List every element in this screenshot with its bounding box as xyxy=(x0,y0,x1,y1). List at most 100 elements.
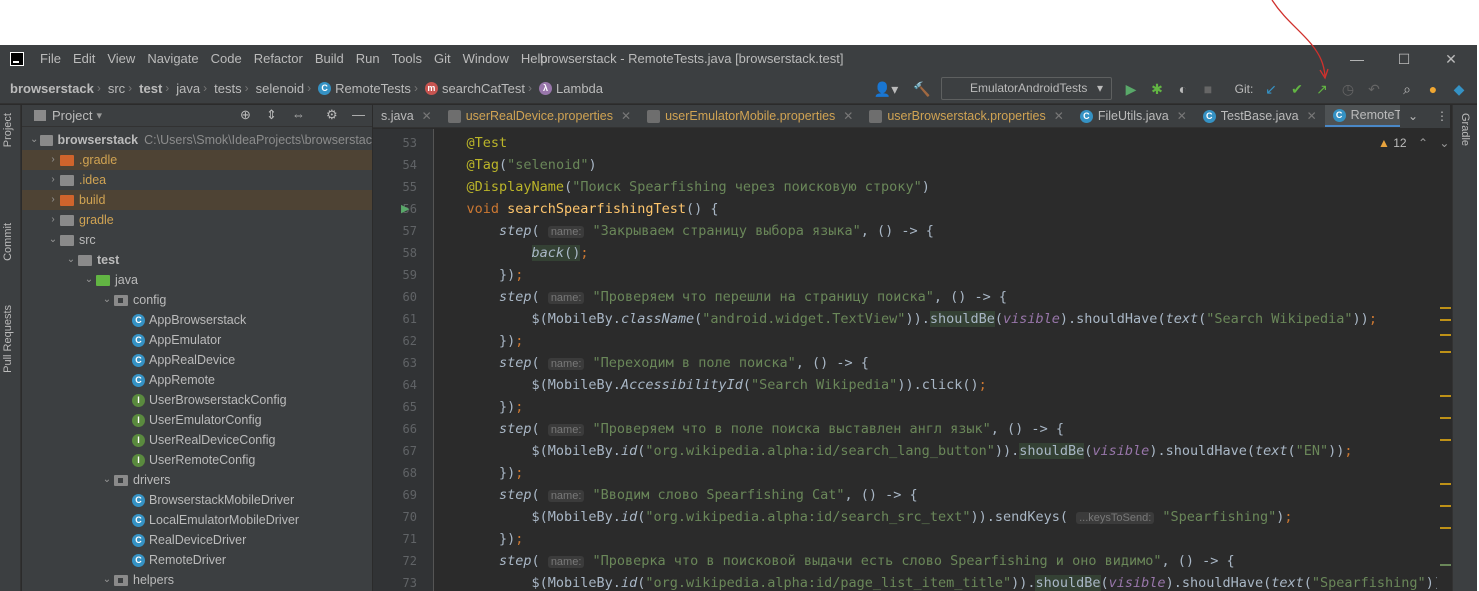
chevron-down-icon[interactable]: ⌄ xyxy=(28,130,40,150)
close-tab-icon[interactable]: ✕ xyxy=(843,105,853,127)
run-icon[interactable]: ▶ xyxy=(1122,79,1140,99)
commit-tool-tab[interactable]: Commit xyxy=(2,223,14,261)
menu-build[interactable]: Build xyxy=(309,45,350,73)
tree-item-build[interactable]: › build xyxy=(22,190,372,210)
git-rollback-icon[interactable]: ↶ xyxy=(1365,79,1383,99)
tree-item-UserBrowserstackConfig[interactable]: I UserBrowserstackConfig xyxy=(22,390,372,410)
close-tab-icon[interactable]: ✕ xyxy=(621,105,631,127)
code-line[interactable]: }); xyxy=(434,330,523,352)
expand-all-icon[interactable]: ⇕ xyxy=(266,107,277,123)
tree-item-config[interactable]: ⌄ config xyxy=(22,290,372,310)
code-line[interactable]: $(MobileBy.id("org.wikipedia.alpha:id/se… xyxy=(434,440,1353,462)
tree-item-AppEmulator[interactable]: C AppEmulator xyxy=(22,330,372,350)
git-commit-icon[interactable]: ✔ xyxy=(1288,79,1306,99)
plugins-icon[interactable]: ◆ xyxy=(1450,79,1468,99)
tree-item-src[interactable]: ⌄ src xyxy=(22,230,372,250)
code-line[interactable]: step( name: "Вводим слово Spearfishing C… xyxy=(434,484,918,506)
gradle-tool-tab[interactable]: Gradle xyxy=(1459,113,1471,146)
maximize-button[interactable]: ☐ xyxy=(1381,45,1427,73)
menu-window[interactable]: Window xyxy=(457,45,515,73)
code-line[interactable]: @Tag("selenoid") xyxy=(434,154,597,176)
menu-navigate[interactable]: Navigate xyxy=(141,45,204,73)
close-tab-icon[interactable]: ✕ xyxy=(422,105,432,127)
tree-item-gradle[interactable]: › .gradle xyxy=(22,150,372,170)
breadcrumb-class[interactable]: C RemoteTests › xyxy=(311,81,418,96)
code-line[interactable]: }); xyxy=(434,396,523,418)
tree-item-AppRealDevice[interactable]: C AppRealDevice xyxy=(22,350,372,370)
build-hammer-icon[interactable]: 🔨 xyxy=(912,79,932,99)
update-icon[interactable]: ● xyxy=(1424,79,1442,99)
breadcrumb-project[interactable]: browserstack › xyxy=(0,81,101,96)
coverage-icon[interactable]: ◐ xyxy=(1174,79,1192,99)
menu-file[interactable]: File xyxy=(34,45,67,73)
menu-tools[interactable]: Tools xyxy=(386,45,428,73)
code-line[interactable]: step( name: "Переходим в поле поиска", (… xyxy=(434,352,869,374)
pull-requests-tool-tab[interactable]: Pull Requests xyxy=(2,305,14,373)
code-line[interactable]: $(MobileBy.id("org.wikipedia.alpha:id/se… xyxy=(434,506,1293,528)
tree-item-AppBrowserstack[interactable]: C AppBrowserstack xyxy=(22,310,372,330)
close-tab-icon[interactable]: ✕ xyxy=(1307,105,1317,127)
tree-item-LocalEmulatorMobileDriver[interactable]: C LocalEmulatorMobileDriver xyxy=(22,510,372,530)
collapse-all-icon[interactable]: ⇔ xyxy=(292,107,305,122)
code-line[interactable]: $(MobileBy.className("android.widget.Tex… xyxy=(434,308,1377,330)
code-line[interactable]: }); xyxy=(434,462,523,484)
tab-s-java[interactable]: s.java ✕ xyxy=(373,105,440,127)
tree-item-RealDeviceDriver[interactable]: C RealDeviceDriver xyxy=(22,530,372,550)
tab-testbase-java[interactable]: C TestBase.java ✕ xyxy=(1195,105,1325,127)
run-test-gutter-icon[interactable]: ▶ xyxy=(401,202,409,215)
tree-root[interactable]: ⌄ browserstack C:\Users\Smok\IdeaProject… xyxy=(22,130,372,150)
git-update-icon[interactable]: ↙ xyxy=(1262,79,1280,99)
breadcrumb-item-src[interactable]: src › xyxy=(101,81,132,96)
tree-item-RemoteDriver[interactable]: C RemoteDriver xyxy=(22,550,372,570)
tree-item-gradle[interactable]: › gradle xyxy=(22,210,372,230)
tab-userbrowserstack-properties[interactable]: userBrowserstack.properties ✕ xyxy=(861,105,1071,127)
project-tool-tab[interactable]: Project xyxy=(2,113,14,147)
chevron-down-icon[interactable]: ⌄ xyxy=(46,230,60,250)
menu-view[interactable]: View xyxy=(101,45,141,73)
tab-fileutils-java[interactable]: C FileUtils.java ✕ xyxy=(1072,105,1195,127)
search-icon[interactable]: ⌕ xyxy=(1398,79,1416,99)
tree-item-idea[interactable]: › .idea xyxy=(22,170,372,190)
run-configuration-select[interactable]: EmulatorAndroidTests ▾ xyxy=(941,77,1112,100)
code-line[interactable]: step( name: "Проверяем что в поле поиска… xyxy=(434,418,1064,440)
code-line[interactable]: step( name: "Проверка что в поисковой вы… xyxy=(434,550,1235,572)
code-line[interactable]: $(MobileBy.id("org.wikipedia.alpha:id/pa… xyxy=(434,572,1437,591)
chevron-right-icon[interactable]: › xyxy=(46,170,60,190)
code-line[interactable]: $(MobileBy.AccessibilityId("Search Wikip… xyxy=(434,374,987,396)
chevron-down-icon[interactable]: ⌄ xyxy=(82,270,96,290)
breadcrumb-method[interactable]: m searchCatTest › xyxy=(418,81,532,96)
menu-refactor[interactable]: Refactor xyxy=(248,45,309,73)
breadcrumb-item-selenoid[interactable]: selenoid › xyxy=(249,81,311,96)
breadcrumb-item-test[interactable]: test › xyxy=(132,81,169,96)
hide-icon[interactable]: — xyxy=(352,107,365,122)
tree-item-test[interactable]: ⌄ test xyxy=(22,250,372,270)
more-icon[interactable]: ⋮ xyxy=(1436,105,1448,128)
code-line[interactable]: @DisplayName("Поиск Spearfishing через п… xyxy=(434,176,930,198)
chevron-down-icon[interactable]: ▾ xyxy=(96,109,102,122)
tree-item-AppRemote[interactable]: C AppRemote xyxy=(22,370,372,390)
close-button[interactable]: ✕ xyxy=(1428,45,1474,73)
git-push-icon[interactable]: ↗ xyxy=(1313,79,1331,99)
locate-icon[interactable]: ⊕ xyxy=(240,107,251,123)
chevron-up-icon[interactable]: ⌃ xyxy=(1418,136,1428,150)
menu-code[interactable]: Code xyxy=(205,45,248,73)
chevron-right-icon[interactable]: › xyxy=(46,190,60,210)
chevron-down-icon[interactable]: ⌄ xyxy=(100,470,114,490)
project-panel-title[interactable]: Project xyxy=(52,108,92,123)
chevron-right-icon[interactable]: › xyxy=(46,150,60,170)
tree-item-drivers[interactable]: ⌄ drivers xyxy=(22,470,372,490)
minimize-button[interactable]: — xyxy=(1334,45,1380,73)
tree-item-BrowserstackMobileDriver[interactable]: C BrowserstackMobileDriver xyxy=(22,490,372,510)
tree-item-UserEmulatorConfig[interactable]: I UserEmulatorConfig xyxy=(22,410,372,430)
code-line[interactable]: step( name: "Проверяем что перешли на ст… xyxy=(434,286,1007,308)
breadcrumb-item-java[interactable]: java › xyxy=(169,81,207,96)
chevron-down-icon[interactable]: ⌄ xyxy=(1439,136,1449,150)
close-tab-icon[interactable]: ✕ xyxy=(1177,105,1187,127)
breadcrumb-item-tests[interactable]: tests › xyxy=(207,81,248,96)
tree-item-UserRealDeviceConfig[interactable]: I UserRealDeviceConfig xyxy=(22,430,372,450)
tab-useremulatormobile-properties[interactable]: userEmulatorMobile.properties ✕ xyxy=(639,105,861,127)
gear-icon[interactable]: ⚙ xyxy=(326,107,338,123)
chevron-down-icon[interactable]: ⌄ xyxy=(100,570,114,590)
chevron-down-icon[interactable]: ⌄ xyxy=(64,250,78,270)
chevron-down-icon[interactable]: ⌄ xyxy=(100,290,114,310)
